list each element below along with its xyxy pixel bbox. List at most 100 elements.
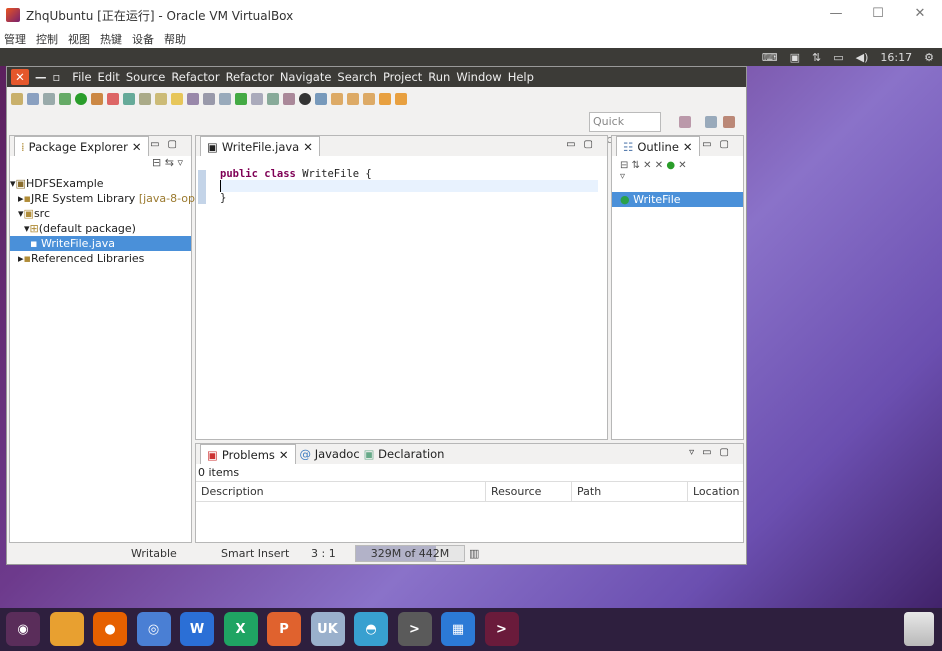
settings-icon[interactable]: ⚙ bbox=[924, 51, 934, 64]
run-icon[interactable] bbox=[75, 93, 87, 105]
open-task-icon[interactable] bbox=[251, 93, 263, 105]
terminal-icon[interactable]: > bbox=[397, 612, 432, 646]
close-button[interactable]: ✕ bbox=[910, 6, 930, 21]
tree-item-default-package[interactable]: ▾⊞(default package) bbox=[10, 221, 191, 236]
trash-bin-icon[interactable] bbox=[904, 612, 934, 646]
heap-status[interactable]: 329M of 442M bbox=[355, 545, 465, 562]
eclipse-minimize-button[interactable]: — bbox=[35, 70, 47, 84]
eclipse-close-button[interactable]: ✕ bbox=[11, 69, 29, 85]
hide-nonpublic-icon[interactable]: ● bbox=[666, 160, 675, 171]
sort-icon[interactable]: ⇅ bbox=[632, 160, 640, 171]
show-whitespace-icon[interactable] bbox=[203, 93, 215, 105]
word-icon[interactable]: W bbox=[180, 612, 214, 646]
col-path[interactable]: Path bbox=[572, 481, 688, 502]
volume-icon[interactable]: ◀) bbox=[856, 51, 869, 64]
java-perspective-icon[interactable] bbox=[723, 116, 735, 128]
tree-item-src[interactable]: ▾▣src bbox=[10, 206, 191, 221]
close-tab-icon[interactable]: ✕ bbox=[132, 140, 142, 154]
next-annotation-icon[interactable] bbox=[331, 93, 343, 105]
menu-hotkey[interactable]: 热键 bbox=[100, 31, 122, 47]
menu-control[interactable]: 控制 bbox=[36, 31, 58, 47]
excel-icon[interactable]: X bbox=[223, 612, 258, 646]
open-perspective-icon[interactable] bbox=[267, 93, 279, 105]
menu-help-eclipse[interactable]: Help bbox=[508, 70, 534, 84]
tree-item-jre[interactable]: ▸▪JRE System Library [java-8-oper bbox=[10, 191, 206, 206]
menu-source[interactable]: Source bbox=[126, 70, 166, 84]
menu-devices[interactable]: 设备 bbox=[132, 31, 154, 47]
dictionary-icon[interactable]: UK bbox=[310, 612, 345, 646]
maximize-button[interactable]: ☐ bbox=[868, 6, 888, 21]
search-icon[interactable] bbox=[155, 93, 167, 105]
save-all-icon[interactable] bbox=[43, 93, 55, 105]
minimize-maximize-icons[interactable]: ▭▢ bbox=[150, 139, 185, 150]
col-location[interactable]: Location bbox=[688, 482, 743, 502]
menu-help[interactable]: 帮助 bbox=[164, 31, 186, 47]
grid-icon[interactable]: ▦ bbox=[441, 612, 475, 646]
prev-annotation-icon[interactable] bbox=[347, 93, 359, 105]
toggle-breadcrumb-icon[interactable] bbox=[219, 93, 231, 105]
tab-writefile[interactable]: ▣ WriteFile.java ✕ bbox=[200, 136, 320, 156]
back-icon[interactable] bbox=[379, 93, 391, 105]
tab-declaration[interactable]: ▣ Declaration bbox=[364, 447, 445, 461]
clock[interactable]: 16:17 bbox=[880, 51, 912, 64]
close-tab-icon[interactable]: ✕ bbox=[279, 448, 289, 462]
debug-icon[interactable] bbox=[59, 93, 71, 105]
quick-access-input[interactable]: Quick Access bbox=[589, 112, 661, 146]
close-tab-icon[interactable]: ✕ bbox=[683, 140, 693, 154]
open-type-icon[interactable] bbox=[139, 93, 151, 105]
menu-project[interactable]: Project bbox=[383, 70, 422, 84]
link-editor-icon[interactable]: ⇆ bbox=[165, 156, 174, 169]
hide-fields-icon[interactable]: ✕ bbox=[643, 160, 651, 171]
build-icon[interactable] bbox=[235, 93, 247, 105]
ubuntu-logo-icon[interactable]: ◉ bbox=[6, 612, 40, 646]
hierarchy-icon[interactable] bbox=[283, 93, 295, 105]
tree-item-referenced-libraries[interactable]: ▸▪Referenced Libraries bbox=[10, 251, 191, 266]
tree-item-project[interactable]: ▾▣HDFSExample bbox=[10, 176, 191, 191]
external-tools-icon[interactable] bbox=[91, 93, 103, 105]
save-icon[interactable] bbox=[27, 93, 39, 105]
trash-icon[interactable]: ▥ bbox=[469, 547, 479, 560]
files-icon[interactable] bbox=[49, 612, 84, 646]
eclipse-maximize-button[interactable]: ▫ bbox=[53, 70, 61, 84]
view-menu-icon[interactable]: ▿ bbox=[620, 171, 625, 182]
menu-navigate[interactable]: Navigate bbox=[280, 70, 332, 84]
open-perspective-icon-2[interactable] bbox=[679, 116, 691, 128]
powerpoint-icon[interactable]: P bbox=[267, 612, 301, 646]
menu-manage[interactable]: 管理 bbox=[4, 31, 26, 47]
new-package-icon[interactable] bbox=[123, 93, 135, 105]
tab-javadoc[interactable]: @ Javadoc bbox=[300, 447, 360, 461]
hide-local-types-icon[interactable]: ✕ bbox=[678, 160, 686, 171]
java-ee-perspective-icon[interactable] bbox=[705, 116, 717, 128]
tab-outline[interactable]: ☷ Outline ✕ bbox=[616, 136, 700, 156]
firefox-icon[interactable]: ● bbox=[93, 612, 127, 646]
menu-refactor-2[interactable]: Refactor bbox=[226, 70, 274, 84]
hide-static-icon[interactable]: ✕ bbox=[655, 160, 663, 171]
close-tab-icon[interactable]: ✕ bbox=[303, 140, 313, 154]
menu-run[interactable]: Run bbox=[428, 70, 450, 84]
minimize-button[interactable]: — bbox=[826, 6, 846, 21]
collapse-all-icon[interactable]: ⊟ bbox=[152, 156, 161, 169]
forward-icon[interactable] bbox=[395, 93, 407, 105]
tree-item-writefile[interactable]: ▪ WriteFile.java bbox=[10, 236, 191, 251]
tab-package-explorer[interactable]: ⁞ Package Explorer ✕ bbox=[14, 136, 149, 156]
new-icon[interactable] bbox=[11, 93, 23, 105]
keyboard-icon[interactable]: ⌨ bbox=[762, 51, 778, 64]
collapse-all-icon[interactable]: ⊟ bbox=[620, 160, 628, 171]
annotation-icon[interactable] bbox=[315, 93, 327, 105]
network-icon[interactable]: ⇅ bbox=[812, 51, 821, 64]
menu-edit[interactable]: Edit bbox=[98, 70, 120, 84]
dash-icon[interactable]: ◓ bbox=[354, 612, 388, 646]
minimize-maximize-icons[interactable]: ▭▢ bbox=[566, 139, 601, 150]
menu-window[interactable]: Window bbox=[456, 70, 501, 84]
toggle-mark-icon[interactable] bbox=[171, 93, 183, 105]
last-edit-icon[interactable] bbox=[363, 93, 375, 105]
toggle-block-icon[interactable] bbox=[187, 93, 199, 105]
menu-file[interactable]: File bbox=[72, 70, 91, 84]
agent-icon[interactable] bbox=[299, 93, 311, 105]
minimize-maximize-icons[interactable]: ▿▭▢ bbox=[689, 447, 737, 458]
view-menu-icon[interactable]: ▿ bbox=[177, 156, 183, 169]
terminal2-icon[interactable]: > bbox=[484, 612, 519, 646]
outline-item-writefile[interactable]: ● WriteFile bbox=[612, 192, 743, 207]
code-area[interactable]: public class WriteFile { } bbox=[220, 168, 598, 204]
menu-view[interactable]: 视图 bbox=[68, 31, 90, 47]
